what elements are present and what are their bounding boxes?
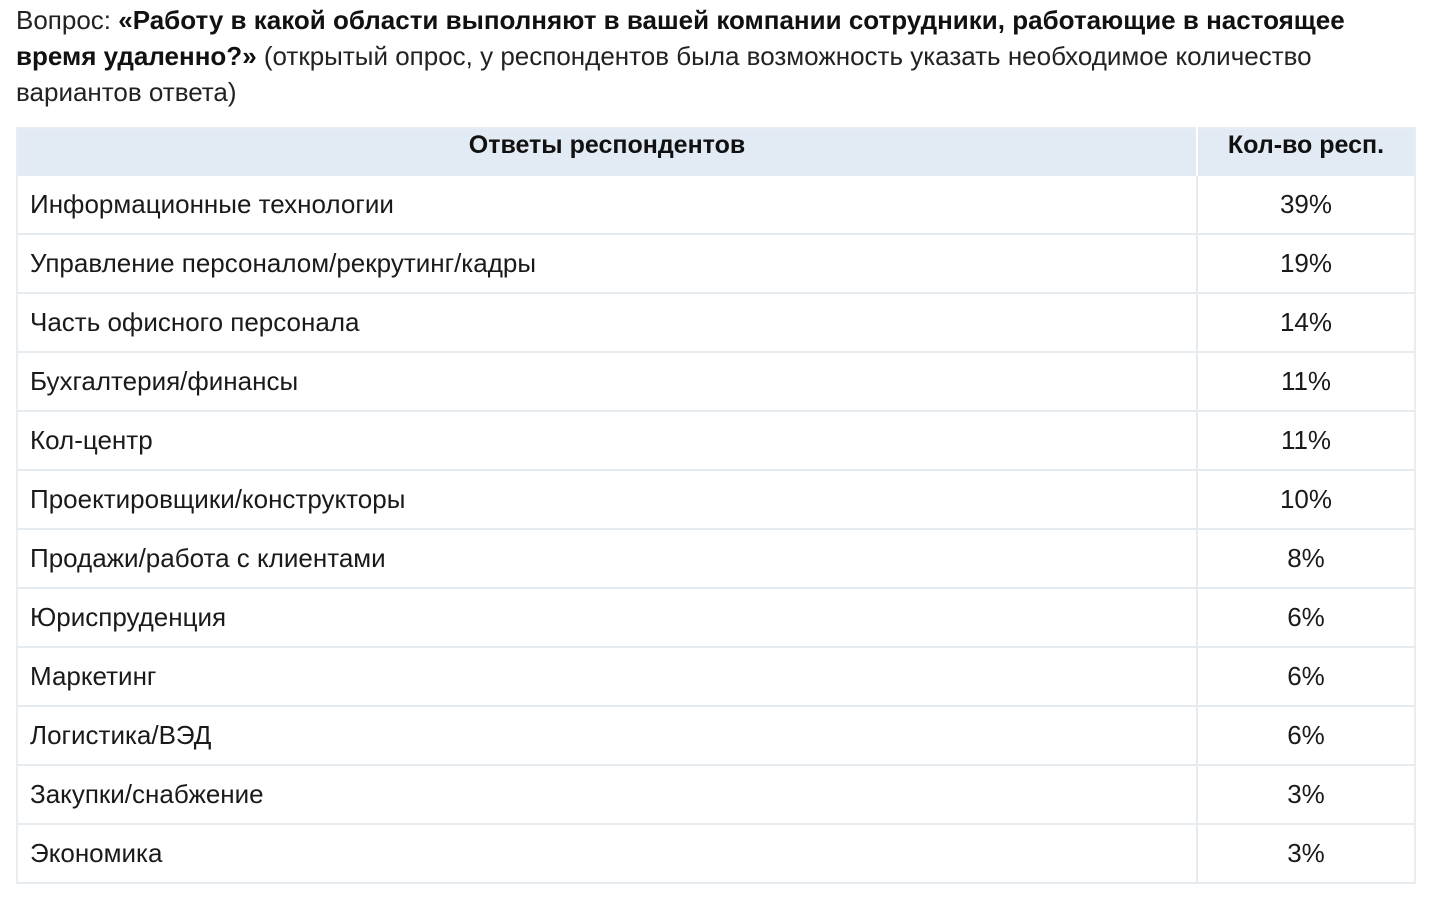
question-prefix: Вопрос: [16,5,119,35]
answer-cell: Часть офисного персонала [17,293,1198,353]
answer-cell: Проектировщики/конструкторы [17,470,1198,530]
value-cell: 3% [1197,824,1415,884]
table-row: Часть офисного персонала 14% [17,293,1415,353]
value-cell: 11% [1197,352,1415,412]
table-row: Кол-центр 11% [17,411,1415,471]
table-row: Управление персоналом/рекрутинг/кадры 19… [17,234,1415,294]
value-cell: 19% [1197,234,1415,294]
table-header-row: Ответы респондентов Кол-во респ. [17,128,1415,176]
value-cell: 3% [1197,765,1415,825]
answer-cell: Закупки/снабжение [17,765,1198,825]
value-cell: 14% [1197,293,1415,353]
value-cell: 11% [1197,411,1415,471]
table-row: Юриспруденция 6% [17,588,1415,648]
table-row: Маркетинг 6% [17,647,1415,707]
answer-cell: Кол-центр [17,411,1198,471]
survey-results-table: Ответы респондентов Кол-во респ. Информа… [16,127,1416,884]
table-row: Проектировщики/конструкторы 10% [17,470,1415,530]
answer-cell: Бухгалтерия/финансы [17,352,1198,412]
value-cell: 39% [1197,176,1415,235]
table-row: Экономика 3% [17,824,1415,884]
answer-cell: Маркетинг [17,647,1198,707]
value-cell: 6% [1197,588,1415,648]
table-row: Бухгалтерия/финансы 11% [17,352,1415,412]
answer-cell: Экономика [17,824,1198,884]
value-cell: 6% [1197,647,1415,707]
value-cell: 10% [1197,470,1415,530]
table-row: Закупки/снабжение 3% [17,765,1415,825]
header-answers: Ответы респондентов [17,128,1198,176]
answer-cell: Информационные технологии [17,176,1198,235]
header-count: Кол-во респ. [1197,128,1415,176]
answer-cell: Юриспруденция [17,588,1198,648]
table-row: Продажи/работа с клиентами 8% [17,529,1415,589]
answer-cell: Управление персоналом/рекрутинг/кадры [17,234,1198,294]
answer-cell: Логистика/ВЭД [17,706,1198,766]
question-paragraph: Вопрос: «Работу в какой области выполняю… [16,2,1416,110]
answer-cell: Продажи/работа с клиентами [17,529,1198,589]
value-cell: 6% [1197,706,1415,766]
table-row: Логистика/ВЭД 6% [17,706,1415,766]
table-row: Информационные технологии 39% [17,176,1415,235]
value-cell: 8% [1197,529,1415,589]
